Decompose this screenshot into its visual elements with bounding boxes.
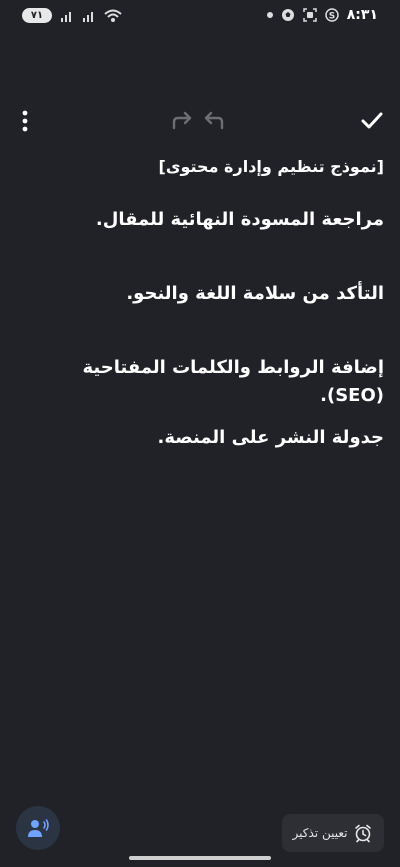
set-reminder-label: تعيين تذكير xyxy=(292,826,348,840)
note-line[interactable]: التأكد من سلامة اللغة والنحو. xyxy=(126,280,384,308)
note-line[interactable]: إضافة الروابط والكلمات المفتاحية (SEO). xyxy=(16,354,384,410)
voice-icon xyxy=(28,819,49,837)
more-vert-icon[interactable] xyxy=(14,108,36,134)
voice-input-button[interactable] xyxy=(16,806,60,850)
status-bar: ٧١ S ٨:٣١ xyxy=(0,0,400,34)
status-right: S ٨:٣١ xyxy=(266,7,378,23)
note-line[interactable]: جدولة النشر على المنصة. xyxy=(157,424,384,452)
soccer-icon xyxy=(281,9,294,21)
set-reminder-button[interactable]: تعيين تذكير xyxy=(282,814,384,852)
undo-icon[interactable] xyxy=(202,110,226,132)
note-title[interactable]: [نموذج تنظيم وإدارة محتوى] xyxy=(16,150,385,184)
status-left: ٧١ xyxy=(22,8,122,23)
dot-icon xyxy=(266,12,273,18)
signal-icon xyxy=(83,11,93,22)
note-editor[interactable]: [نموذج تنظيم وإدارة محتوى] مراجعة المسود… xyxy=(16,150,385,448)
note-toolbar xyxy=(0,104,400,138)
screenshot-icon xyxy=(303,8,317,22)
svg-text:S: S xyxy=(329,12,335,22)
note-line[interactable]: مراجعة المسودة النهائية للمقال. xyxy=(96,206,384,234)
wifi-icon xyxy=(104,9,122,22)
check-icon[interactable] xyxy=(358,108,386,134)
home-indicator[interactable] xyxy=(129,856,271,860)
s-app-icon: S xyxy=(325,8,339,22)
battery-level: ٧١ xyxy=(30,10,44,21)
alarm-icon xyxy=(355,824,372,843)
signal-icon xyxy=(61,11,71,22)
clock: ٨:٣١ xyxy=(346,7,378,23)
battery-icon: ٧١ xyxy=(22,8,52,23)
redo-icon[interactable] xyxy=(170,110,194,132)
